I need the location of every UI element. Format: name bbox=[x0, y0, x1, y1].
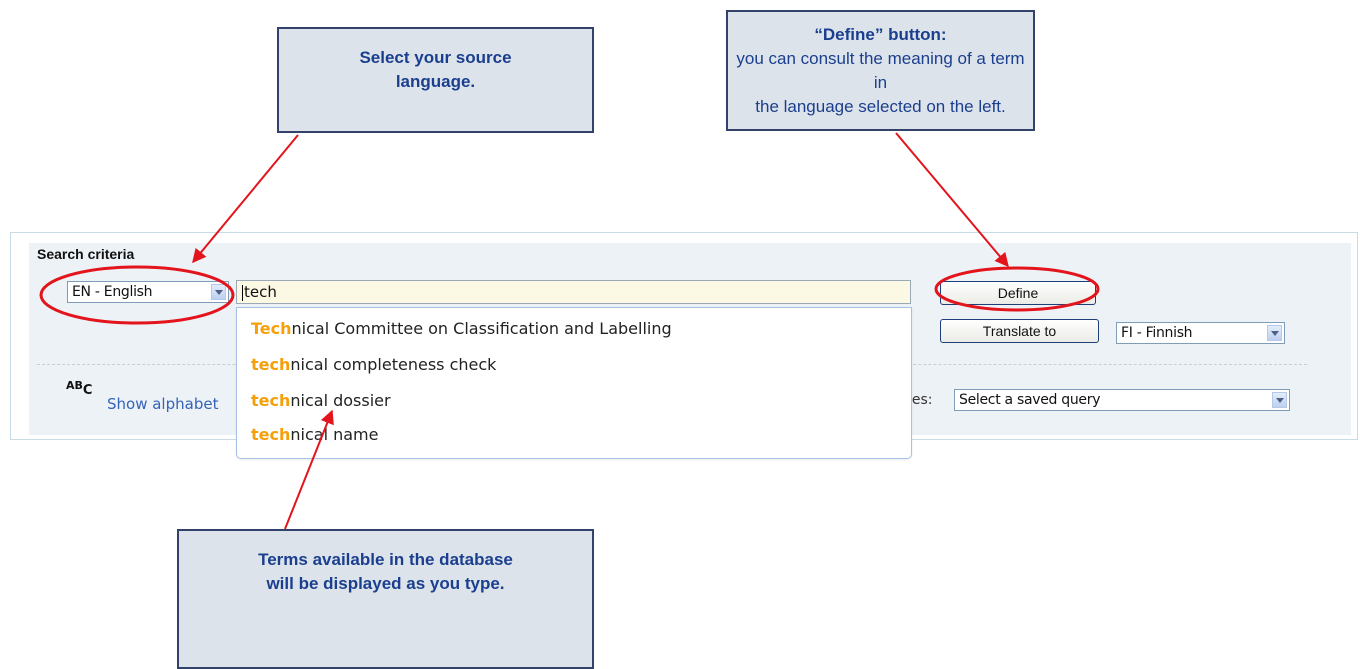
source-language-highlight-ellipse bbox=[39, 265, 235, 325]
arrow-to-source-language bbox=[192, 134, 299, 264]
arrow-to-define-button bbox=[895, 132, 1009, 268]
define-button-highlight-ellipse bbox=[934, 266, 1100, 312]
arrow-to-suggestions bbox=[284, 409, 334, 530]
annotation-overlay bbox=[39, 132, 1100, 530]
